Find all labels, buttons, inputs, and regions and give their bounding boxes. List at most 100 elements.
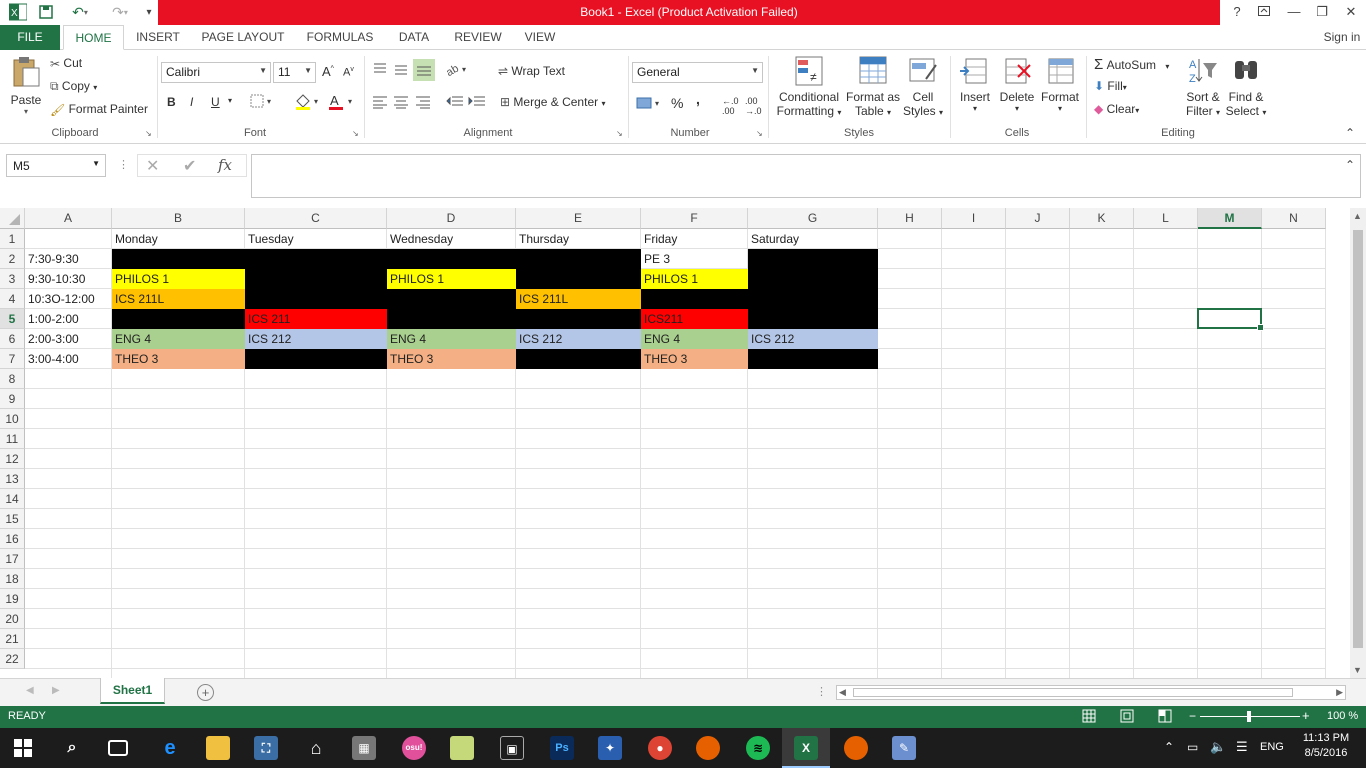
notifications-icon[interactable]: ☰ [1236, 739, 1248, 755]
cell-e4[interactable]: ICS 211L [516, 289, 641, 309]
tab-home[interactable]: HOME [63, 25, 124, 50]
row-header-6[interactable]: 6 [0, 329, 25, 349]
increase-indent-icon[interactable] [468, 95, 486, 112]
cell-a7[interactable]: 3:00-4:00 [25, 349, 112, 369]
column-header-g[interactable]: G [748, 208, 878, 229]
delete-cells-button[interactable]: Delete ▾ [997, 55, 1037, 113]
customize-qat-icon[interactable]: ▾ [142, 3, 156, 21]
task-view-icon[interactable] [108, 740, 128, 756]
vertical-scrollbar[interactable]: ▲ ▼ [1350, 208, 1366, 678]
clock[interactable]: 11:13 PM 8/5/2016 [1298, 732, 1354, 759]
vertical-scroll-thumb[interactable] [1353, 230, 1363, 648]
cell-c3[interactable] [245, 269, 387, 289]
number-format-combo[interactable]: General ▼ [632, 62, 763, 83]
row-header-18[interactable]: 18 [0, 569, 25, 589]
tab-review[interactable]: REVIEW [448, 25, 508, 50]
page-layout-view-icon[interactable] [1120, 709, 1134, 726]
format-as-table-button[interactable]: Format as Table ▾ [845, 55, 901, 118]
show-hidden-icons-icon[interactable]: ⌃ [1164, 740, 1174, 754]
windows-start-icon[interactable] [14, 739, 32, 760]
cell-c5[interactable]: ICS 211 [245, 309, 387, 329]
cell-f3[interactable]: PHILOS 1 [641, 269, 748, 289]
collapse-ribbon-icon[interactable]: ⌃ [1345, 126, 1355, 140]
decrease-indent-icon[interactable] [446, 95, 464, 112]
chrome-icon[interactable]: ● [648, 736, 672, 760]
cell-a5[interactable]: 1:00-2:00 [25, 309, 112, 329]
sticky-notes-icon[interactable] [450, 736, 474, 760]
column-header-c[interactable]: C [245, 208, 387, 229]
firefox-icon[interactable] [696, 736, 720, 760]
cell-g5[interactable] [748, 309, 878, 329]
wrap-text-button[interactable]: ⇌ Wrap Text [498, 64, 565, 78]
cell-d5[interactable] [387, 309, 516, 329]
firefox-icon-2[interactable] [844, 736, 868, 760]
cell-e2[interactable] [516, 249, 641, 269]
sign-in-link[interactable]: Sign in [1320, 25, 1364, 50]
alignment-launcher-icon[interactable]: ↘ [616, 129, 623, 138]
cell-f6[interactable]: ENG 4 [641, 329, 748, 349]
align-bottom-icon[interactable] [413, 59, 435, 81]
increase-decimal-icon[interactable]: ←.0.00 [722, 96, 739, 116]
row-header-22[interactable]: 22 [0, 649, 25, 669]
prev-sheet-icon[interactable]: ◀ [26, 685, 34, 696]
cell-d3[interactable]: PHILOS 1 [387, 269, 516, 289]
sheet-tab-sheet1[interactable]: Sheet1 [100, 678, 165, 704]
borders-icon[interactable]: ▾ [250, 93, 276, 112]
normal-view-icon[interactable] [1082, 709, 1096, 726]
column-header-j[interactable]: J [1006, 208, 1070, 229]
cell-b1[interactable]: Monday [112, 229, 245, 249]
column-header-n[interactable]: N [1262, 208, 1326, 229]
cell-b7[interactable]: THEO 3 [112, 349, 245, 369]
font-launcher-icon[interactable]: ↘ [352, 129, 359, 138]
zoom-in-icon[interactable]: + [1302, 708, 1310, 723]
tab-view[interactable]: VIEW [518, 25, 562, 50]
new-sheet-icon[interactable]: + [197, 684, 214, 701]
row-header-15[interactable]: 15 [0, 509, 25, 529]
cell-e7[interactable] [516, 349, 641, 369]
select-all-corner[interactable] [0, 208, 25, 229]
row-header-21[interactable]: 21 [0, 629, 25, 649]
tab-file[interactable]: FILE [0, 25, 60, 50]
align-middle-icon[interactable] [393, 62, 409, 79]
bold-button[interactable]: B [167, 95, 176, 109]
cell-e5[interactable] [516, 309, 641, 329]
search-icon[interactable]: ⌕ [60, 736, 84, 760]
cell-a3[interactable]: 9:30-10:30 [25, 269, 112, 289]
row-header-9[interactable]: 9 [0, 389, 25, 409]
app-grid-icon[interactable]: ▦ [352, 736, 376, 760]
row-header-17[interactable]: 17 [0, 549, 25, 569]
cell-f1[interactable]: Friday [641, 229, 748, 249]
autosum-button[interactable]: Σ AutoSum ▾ [1094, 56, 1169, 73]
cell-styles-button[interactable]: Cell Styles ▾ [902, 55, 944, 118]
tab-insert[interactable]: INSERT [132, 25, 184, 50]
align-right-icon[interactable] [415, 95, 431, 112]
insert-cells-button[interactable]: Insert ▾ [955, 55, 995, 113]
copy-button[interactable]: ⧉ Copy ▾ [50, 79, 97, 94]
help-button[interactable]: ? [1222, 2, 1252, 22]
cell-e3[interactable] [516, 269, 641, 289]
row-header-10[interactable]: 10 [0, 409, 25, 429]
cell-f7[interactable]: THEO 3 [641, 349, 748, 369]
font-size-combo[interactable]: 11 ▼ [273, 62, 316, 83]
column-header-m[interactable]: M [1198, 208, 1262, 229]
number-launcher-icon[interactable]: ↘ [756, 129, 763, 138]
column-header-l[interactable]: L [1134, 208, 1198, 229]
orientation-icon[interactable]: ab ▾ [444, 62, 470, 80]
cell-g6[interactable]: ICS 212 [748, 329, 878, 349]
tab-split-grip-icon[interactable]: ⋮ [816, 685, 827, 698]
row-header-11[interactable]: 11 [0, 429, 25, 449]
row-header-4[interactable]: 4 [0, 289, 25, 309]
row-header-20[interactable]: 20 [0, 609, 25, 629]
cell-d2[interactable] [387, 249, 516, 269]
clear-button[interactable]: ◆ Clear▾ [1094, 102, 1139, 116]
format-painter-button[interactable]: 🖌 Format Painter [50, 102, 148, 117]
decrease-decimal-icon[interactable]: .00 →.0 [745, 96, 762, 116]
merge-center-button[interactable]: ⊞ Merge & Center ▾ [500, 95, 605, 109]
active-cell-selection[interactable] [1197, 308, 1264, 331]
cell-e1[interactable]: Thursday [516, 229, 641, 249]
column-header-k[interactable]: K [1070, 208, 1134, 229]
row-header-2[interactable]: 2 [0, 249, 25, 269]
italic-button[interactable]: I [190, 95, 193, 109]
cell-a4[interactable]: 10:3O-12:00 [25, 289, 112, 309]
cell-g3[interactable] [748, 269, 878, 289]
